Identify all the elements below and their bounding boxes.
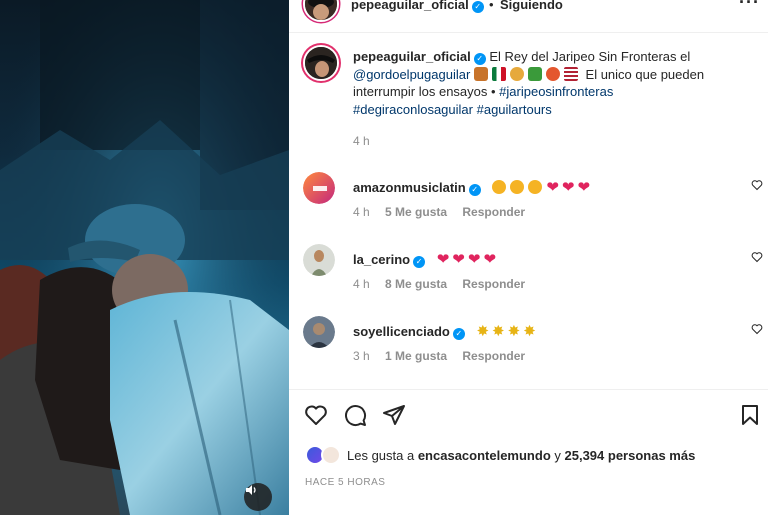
comment-username[interactable]: la_cerino bbox=[353, 252, 410, 267]
more-options-icon[interactable]: ··· bbox=[739, 0, 760, 13]
caption-line-1: El Rey del Jaripeo Sin Fronteras el bbox=[485, 49, 691, 64]
comment-emojis: ❤ ❤ ❤ bbox=[492, 179, 591, 196]
likes-prefix: Les gusta a bbox=[347, 448, 418, 463]
comment-username[interactable]: soyellicenciado bbox=[353, 324, 450, 339]
comment-emojis: ❤ ❤ ❤ ❤ bbox=[436, 251, 497, 268]
author-username[interactable]: pepeaguilar_oficial bbox=[351, 0, 469, 12]
usa-flag-icon bbox=[563, 66, 578, 81]
star-struck-emoji-icon bbox=[510, 180, 525, 194]
comment-time[interactable]: 4 h bbox=[353, 205, 370, 219]
comment-item: amazonmusiclatin ✓ ❤ ❤ ❤ 4 h 5 Me gusta Res… bbox=[303, 172, 768, 232]
star-struck-emoji-icon bbox=[492, 180, 507, 194]
caption-text: pepeaguilar_oficial ✓ El Rey del Jaripeo … bbox=[353, 48, 723, 118]
comment-likes[interactable]: 1 Me gusta bbox=[385, 349, 447, 363]
comment-avatar[interactable] bbox=[303, 244, 335, 276]
likes-count[interactable]: 25,394 personas más bbox=[565, 448, 696, 463]
post-timestamp[interactable]: HACE 5 HORAS bbox=[305, 477, 385, 488]
share-paper-plane-icon[interactable] bbox=[381, 402, 407, 428]
red-heart-icon: ❤ bbox=[436, 251, 450, 268]
comment-item: la_cerino ✓ ❤ ❤ ❤ ❤ 4 h 8 Me gusta Responder bbox=[303, 244, 768, 304]
likes-joiner: y bbox=[550, 448, 565, 463]
hashtag-link-3[interactable]: #aguilartours bbox=[477, 102, 552, 117]
comment-avatar[interactable] bbox=[303, 316, 335, 348]
audio-toggle-button[interactable] bbox=[244, 483, 272, 511]
caption-author-photo bbox=[305, 47, 337, 79]
soyellicenciado-photo bbox=[303, 316, 335, 348]
speaker-icon bbox=[246, 485, 256, 495]
hashtag-link-1[interactable]: #jaripeosinfronteras bbox=[499, 84, 613, 99]
verified-badge-icon: ✓ bbox=[473, 53, 486, 65]
comment-time[interactable]: 4 h bbox=[353, 277, 370, 291]
red-heart-icon: ❤ bbox=[577, 179, 591, 196]
likes-text: Les gusta a encasacontelemundo y 25,394 … bbox=[347, 448, 695, 463]
comment-like-icon[interactable] bbox=[751, 323, 763, 338]
liker-username[interactable]: encasacontelemundo bbox=[418, 448, 551, 463]
comment-likes[interactable]: 8 Me gusta bbox=[385, 277, 447, 291]
author-username-link[interactable]: pepeaguilar_oficial ✓ bbox=[351, 0, 484, 13]
caption-username[interactable]: pepeaguilar_oficial bbox=[353, 49, 471, 64]
red-heart-icon: ❤ bbox=[452, 251, 465, 268]
caption-author-avatar[interactable] bbox=[303, 45, 339, 81]
comment-meta: 4 h 8 Me gusta Responder bbox=[353, 277, 537, 291]
verified-badge-icon: ✓ bbox=[413, 256, 426, 268]
liker-avatar[interactable] bbox=[321, 445, 341, 465]
caption-mention-link[interactable]: @gordoelpugaguilar bbox=[353, 67, 470, 82]
comment-meta: 3 h 1 Me gusta Responder bbox=[353, 349, 537, 363]
red-heart-icon: ❤ bbox=[561, 179, 575, 196]
verified-badge-icon: ✓ bbox=[452, 328, 465, 340]
red-heart-icon: ❤ bbox=[467, 251, 481, 268]
sparkles-burst-icon: ✸ bbox=[492, 323, 505, 340]
save-bookmark-icon[interactable] bbox=[737, 402, 763, 428]
like-heart-icon[interactable] bbox=[303, 402, 329, 428]
verified-badge-icon: ✓ bbox=[471, 1, 484, 13]
sparkles-burst-icon: ✸ bbox=[507, 323, 521, 340]
collision-emoji-icon bbox=[545, 66, 560, 81]
reply-button[interactable]: Responder bbox=[462, 349, 525, 363]
comment-emojis: ✸ ✸ ✸ ✸ bbox=[476, 323, 536, 340]
mexico-flag-icon bbox=[491, 66, 506, 81]
reply-button[interactable]: Responder bbox=[462, 205, 525, 219]
comment-bubble-icon[interactable] bbox=[342, 402, 368, 428]
post-header: pepeaguilar_oficial ✓ • Siguiendo ··· bbox=[289, 0, 768, 33]
red-heart-icon: ❤ bbox=[483, 251, 497, 268]
comment-username-line: la_cerino ✓ ❤ ❤ ❤ ❤ bbox=[353, 250, 496, 268]
comment-like-icon[interactable] bbox=[751, 251, 763, 266]
author-photo bbox=[305, 0, 337, 20]
likes-summary: Les gusta a encasacontelemundo y 25,394 … bbox=[303, 444, 763, 466]
star-struck-emoji-icon bbox=[528, 180, 543, 194]
verified-badge-icon: ✓ bbox=[468, 184, 481, 196]
post-details-panel: pepeaguilar_oficial ✓ • Siguiendo ··· pep… bbox=[289, 0, 768, 515]
caption-emojis bbox=[473, 66, 586, 82]
comment-avatar[interactable] bbox=[303, 172, 335, 204]
sparkles-burst-icon: ✸ bbox=[476, 323, 490, 340]
comment-item: soyellicenciado ✓ ✸ ✸ ✸ ✸ 3 h 1 Me gusta Res… bbox=[303, 316, 768, 376]
post-action-bar bbox=[289, 402, 768, 430]
post-media-video[interactable] bbox=[0, 0, 289, 515]
comment-username-line: amazonmusiclatin ✓ ❤ ❤ ❤ bbox=[353, 178, 590, 196]
amazon-music-logo bbox=[303, 172, 335, 204]
comment-username[interactable]: amazonmusiclatin bbox=[353, 180, 466, 195]
reply-button[interactable]: Responder bbox=[462, 277, 525, 291]
author-avatar[interactable] bbox=[303, 0, 339, 22]
section-divider bbox=[289, 389, 768, 390]
comment-time[interactable]: 3 h bbox=[353, 349, 370, 363]
sparkles-burst-icon: ✸ bbox=[523, 323, 536, 340]
cowboy-emoji-icon bbox=[509, 66, 524, 81]
cactus-emoji-icon bbox=[527, 66, 542, 81]
red-heart-icon: ❤ bbox=[546, 179, 559, 196]
header-separator: • bbox=[489, 0, 494, 12]
hashtag-link-2[interactable]: #degiraconlosaguilar bbox=[353, 102, 473, 117]
comment-likes[interactable]: 5 Me gusta bbox=[385, 205, 447, 219]
caption-timestamp[interactable]: 4 h bbox=[353, 134, 370, 148]
following-button[interactable]: Siguiendo bbox=[500, 0, 563, 12]
la-cerino-photo bbox=[303, 244, 335, 276]
comment-like-icon[interactable] bbox=[751, 179, 763, 194]
comment-meta: 4 h 5 Me gusta Responder bbox=[353, 205, 537, 219]
dog-emoji-icon bbox=[473, 66, 488, 81]
comment-username-line: soyellicenciado ✓ ✸ ✸ ✸ ✸ bbox=[353, 322, 536, 340]
video-frame bbox=[0, 0, 289, 515]
